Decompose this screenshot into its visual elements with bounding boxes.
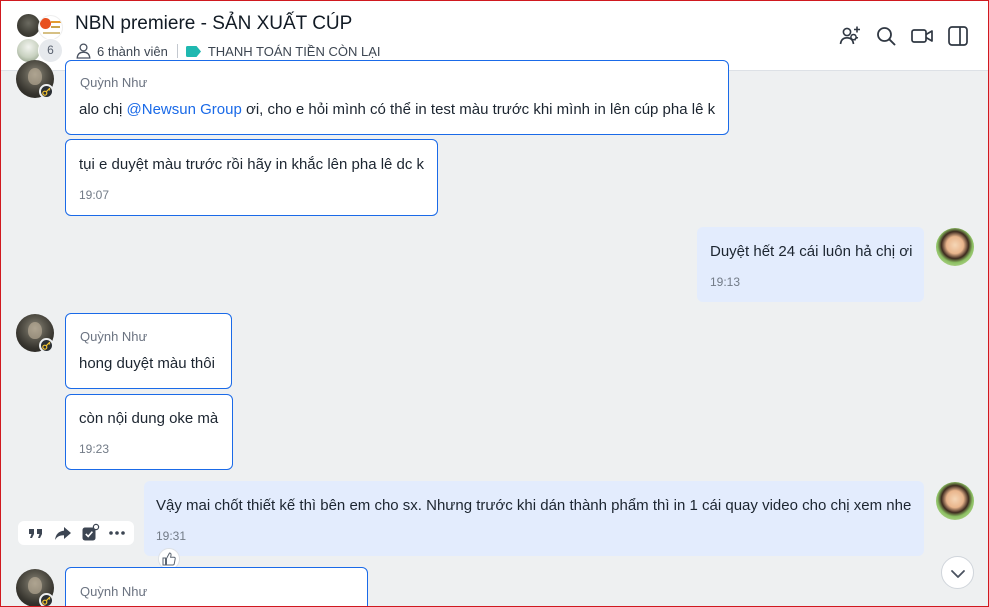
video-call-button[interactable] — [910, 24, 934, 48]
add-member-button[interactable] — [838, 24, 862, 48]
add-member-icon — [839, 26, 860, 45]
sidebar-toggle-button[interactable] — [946, 24, 970, 48]
message-time: 19:23 — [79, 442, 110, 456]
message-time: 19:07 — [79, 188, 110, 202]
message-bubble[interactable]: Quỳnh Như hong duyệt màu thôi — [65, 313, 232, 389]
scroll-to-bottom-button[interactable] — [941, 556, 974, 589]
message-time: 19:13 — [710, 275, 741, 289]
key-badge-icon — [39, 84, 54, 99]
search-icon — [877, 27, 896, 46]
group-avatar[interactable]: 6 — [13, 11, 65, 63]
member-icon — [76, 43, 91, 59]
sender-name: Quỳnh Như — [80, 329, 148, 344]
meta-divider — [176, 44, 178, 58]
message-bubble[interactable]: Vậy mai chốt thiết kế thì bên em cho sx.… — [144, 481, 924, 556]
message-text: hong duyệt màu thôi — [79, 355, 215, 372]
create-task-icon — [82, 523, 99, 541]
message-time: 19:31 — [156, 529, 187, 543]
message-text: còn nội dung oke mà — [79, 410, 219, 427]
key-badge-icon — [39, 593, 54, 607]
quote-icon — [28, 529, 42, 538]
create-task-button[interactable] — [80, 523, 100, 543]
sidebar-toggle-icon — [948, 26, 968, 46]
my-avatar[interactable] — [936, 482, 974, 520]
thumbs-up-icon — [162, 552, 176, 566]
more-button[interactable] — [107, 523, 127, 543]
message-action-bar — [18, 521, 134, 545]
conversation-label[interactable]: THANH TOÁN TIỀN CÒN LẠI — [208, 44, 381, 59]
conversation-meta: 6 thành viên THANH TOÁN TIỀN CÒN LẠI — [76, 42, 381, 60]
member-overflow-count: 6 — [38, 38, 63, 63]
key-badge-icon — [39, 338, 54, 353]
search-button[interactable] — [874, 24, 898, 48]
message-text: Duyệt hết 24 cái luôn hả chị ơi — [710, 243, 913, 260]
message-text: Vậy mai chốt thiết kế thì bên em cho sx.… — [156, 497, 912, 514]
mention-link[interactable]: @Newsun Group — [127, 101, 242, 118]
message-text: alo chị @Newsun Group ơi, cho e hỏi mình… — [79, 101, 716, 118]
message-bubble[interactable]: Duyệt hết 24 cái luôn hả chị ơi 19:13 — [697, 227, 924, 302]
member-avatar — [38, 15, 63, 40]
quote-button[interactable] — [26, 523, 46, 543]
message-bubble[interactable]: tụi e duyệt màu trước rồi hãy in khắc lê… — [65, 139, 438, 216]
more-icon — [108, 531, 125, 535]
message-text: tụi e duyệt màu trước rồi hãy in khắc lê… — [79, 156, 425, 173]
forward-icon — [54, 527, 71, 540]
message-bubble[interactable]: còn nội dung oke mà 19:23 — [65, 394, 233, 470]
member-count[interactable]: 6 thành viên — [97, 44, 168, 59]
message-bubble[interactable]: Quỳnh Như alo chị @Newsun Group ơi, cho … — [65, 60, 729, 135]
chevron-down-icon — [951, 570, 965, 578]
video-call-icon — [911, 29, 933, 43]
forward-button[interactable] — [53, 523, 73, 543]
label-tag-icon — [185, 45, 201, 57]
sender-name: Quỳnh Như — [80, 584, 148, 599]
conversation-title[interactable]: NBN premiere - SẢN XUẤT CÚP — [75, 13, 352, 35]
sender-name: Quỳnh Như — [80, 75, 148, 90]
my-avatar[interactable] — [936, 228, 974, 266]
message-bubble[interactable]: Quỳnh Như — [65, 567, 368, 607]
